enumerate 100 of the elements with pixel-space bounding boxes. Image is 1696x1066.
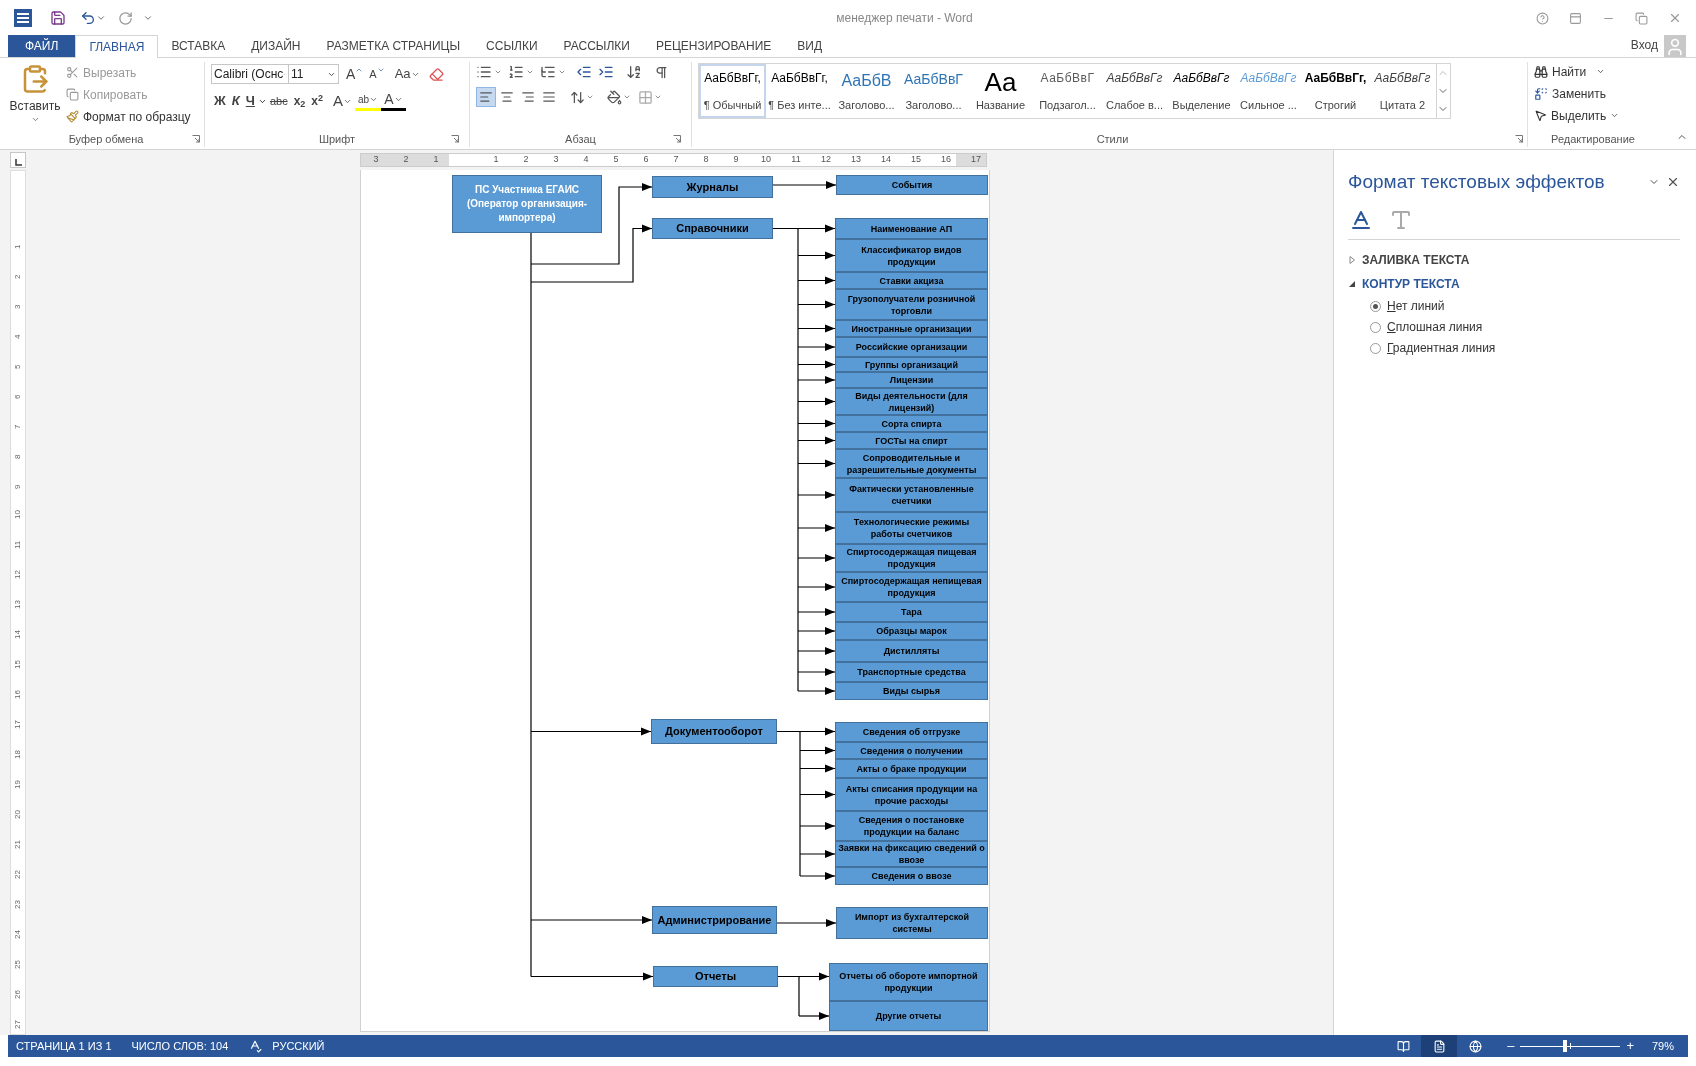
style-item[interactable]: АаБбВвГг Слабое в... — [1101, 64, 1168, 118]
window-title: менеджер печати - Word — [836, 10, 973, 27]
language-label[interactable]: РУССКИЙ — [272, 1037, 325, 1055]
style-item[interactable]: АаБбВвГг Сильное ... — [1235, 64, 1302, 118]
connector-arrow — [776, 919, 837, 927]
file-tab[interactable]: ФАЙЛ — [8, 35, 76, 57]
ribbon-tab[interactable]: РАЗМЕТКА СТРАНИЦЫ — [313, 35, 474, 57]
diagram-node: Спиртосодержащая пищевая продукция — [835, 544, 988, 572]
section-header[interactable]: ЗАЛИВКА ТЕКСТА — [1348, 247, 1680, 272]
ribbon-tab[interactable]: ВСТАВКА — [158, 35, 239, 57]
shrink-font-button[interactable]: A — [366, 64, 388, 84]
subscript-button[interactable]: x$_{2}$ — [290, 91, 309, 111]
highlight-button[interactable]: ab — [355, 91, 382, 111]
ribbon-tab[interactable]: ГЛАВНАЯ — [75, 35, 159, 58]
ruler-number: 11 — [790, 153, 802, 167]
diagram-node: Администрирование — [652, 906, 777, 934]
ribbon-tab[interactable]: ДИЗАЙН — [238, 35, 314, 57]
replace-button[interactable]: Заменить — [1534, 84, 1620, 103]
change-case-button[interactable]: Aa — [391, 64, 423, 84]
style-item[interactable]: АаБбВвГг, ¶ Обычный — [699, 64, 766, 118]
redo-icon[interactable] — [118, 10, 133, 26]
ribbon-tab[interactable]: РЕЦЕНЗИРОВАНИЕ — [642, 35, 785, 57]
align-right-icon — [521, 90, 535, 104]
ruler-number: 12 — [13, 569, 23, 579]
diagram-node: Заявки на фиксацию сведений о ввозе — [835, 841, 988, 867]
sign-in-link[interactable]: Вход — [1630, 36, 1658, 54]
bold-button[interactable]: Ж — [211, 91, 229, 111]
pilcrow-icon[interactable] — [654, 64, 669, 80]
grow-font-button[interactable]: A — [343, 64, 367, 84]
style-item[interactable]: АаБбВвГ Подзагол... — [1034, 64, 1101, 118]
strikethrough-button[interactable]: abc — [266, 91, 291, 111]
font-size-field[interactable]: 11 — [289, 64, 339, 84]
save-icon[interactable] — [50, 10, 66, 26]
zoom-slider[interactable] — [1520, 1040, 1621, 1052]
diagram-node: Классификатор видов продукции — [835, 239, 988, 272]
underline-button[interactable]: Ч — [242, 91, 258, 111]
style-item[interactable]: АаБбВвГ Заголово... — [900, 64, 967, 118]
sort-icon[interactable] — [626, 64, 642, 80]
font-color-button[interactable]: A — [381, 91, 406, 111]
diagram-node: ГОСТы на спирт — [835, 432, 988, 449]
diagram-node: Другие отчеты — [829, 1001, 988, 1031]
line-spacing-icon[interactable] — [570, 89, 585, 105]
restore-icon[interactable] — [1635, 11, 1648, 25]
ruler-number: 23 — [13, 899, 23, 909]
style-item[interactable]: АаБбВ Заголово... — [833, 64, 900, 118]
borders-icon[interactable] — [638, 89, 653, 105]
view-button[interactable] — [1421, 1035, 1458, 1057]
app-logo-icon[interactable] — [14, 9, 32, 27]
pointer-icon — [1534, 109, 1547, 122]
dialog-launcher-icon[interactable] — [1515, 135, 1523, 143]
find-button[interactable]: Найти — [1534, 62, 1620, 81]
ribbon-tab[interactable]: РАССЫЛКИ — [550, 35, 643, 57]
tab-selector-icon[interactable] — [10, 152, 26, 168]
caret-icon — [355, 66, 364, 74]
shading-icon[interactable] — [607, 89, 622, 105]
decrease-indent-icon[interactable] — [576, 64, 592, 80]
page-count[interactable]: СТРАНИЦА 1 ИЗ 1 — [16, 1037, 112, 1055]
align-justify-icon — [542, 90, 556, 104]
ruler-number: 22 — [13, 869, 23, 879]
undo-icon[interactable] — [80, 10, 96, 26]
align-button[interactable] — [476, 87, 496, 107]
zoom-in-button[interactable]: + — [1626, 1036, 1634, 1056]
increase-indent-icon[interactable] — [598, 64, 614, 80]
help-icon[interactable] — [1536, 11, 1549, 25]
ruler-number: 3 — [13, 303, 23, 309]
ribbon-tab[interactable]: ССЫЛКИ — [473, 35, 551, 57]
style-item[interactable]: Аа Название — [967, 64, 1034, 118]
zoom-out-button[interactable]: – — [1507, 1036, 1515, 1056]
bullets-icon[interactable] — [476, 64, 492, 80]
group-label: Шрифт — [318, 131, 356, 147]
select-button[interactable]: Выделить — [1534, 106, 1620, 125]
style-item[interactable]: АаБбВвГг Выделение — [1168, 64, 1235, 118]
text-effects-button[interactable]: A — [330, 91, 356, 111]
dialog-launcher-icon[interactable] — [673, 135, 681, 143]
ribbon-options-icon[interactable] — [1569, 11, 1582, 25]
diagram-node: Технологические режимы работы счетчиков — [835, 512, 988, 544]
dialog-launcher-icon[interactable] — [192, 135, 200, 143]
customize-icon[interactable] — [143, 13, 153, 23]
paste-button[interactable]: Вставить — [8, 62, 62, 131]
superscript-button[interactable]: x$^{2}$ — [308, 91, 327, 111]
connector-arrow — [797, 376, 836, 384]
font-name-field[interactable]: Calibri (Оснс — [211, 64, 289, 84]
style-item[interactable]: АаБбВвГг Цитата 2 — [1369, 64, 1436, 118]
section-header[interactable]: КОНТУР ТЕКСТА — [1348, 271, 1680, 296]
ribbon-tab[interactable]: ВИД — [784, 35, 836, 57]
multilevel-list-icon[interactable] — [540, 64, 556, 80]
zoom-level[interactable]: 79% — [1651, 1037, 1674, 1055]
caret-icon[interactable] — [96, 13, 106, 23]
ruler-number: 18 — [13, 749, 23, 759]
diagram-node: Импорт из бухгалтерской системы — [836, 907, 988, 939]
proofing-icon[interactable] — [248, 1039, 263, 1053]
numbering-icon[interactable] — [508, 64, 524, 80]
format-painter-button[interactable]: Формат по образцу — [66, 107, 191, 126]
style-item[interactable]: АаБбВвГг, Строгий — [1302, 64, 1369, 118]
dialog-launcher-icon[interactable] — [451, 135, 459, 143]
word-count[interactable]: ЧИСЛО СЛОВ: 104 — [131, 1037, 229, 1055]
style-item[interactable]: АаБбВвГг, ¶ Без инте... — [766, 64, 833, 118]
italic-button[interactable]: К — [228, 91, 243, 111]
ruler-number: 4 — [582, 153, 590, 167]
clear-formatting-icon[interactable] — [428, 66, 444, 82]
